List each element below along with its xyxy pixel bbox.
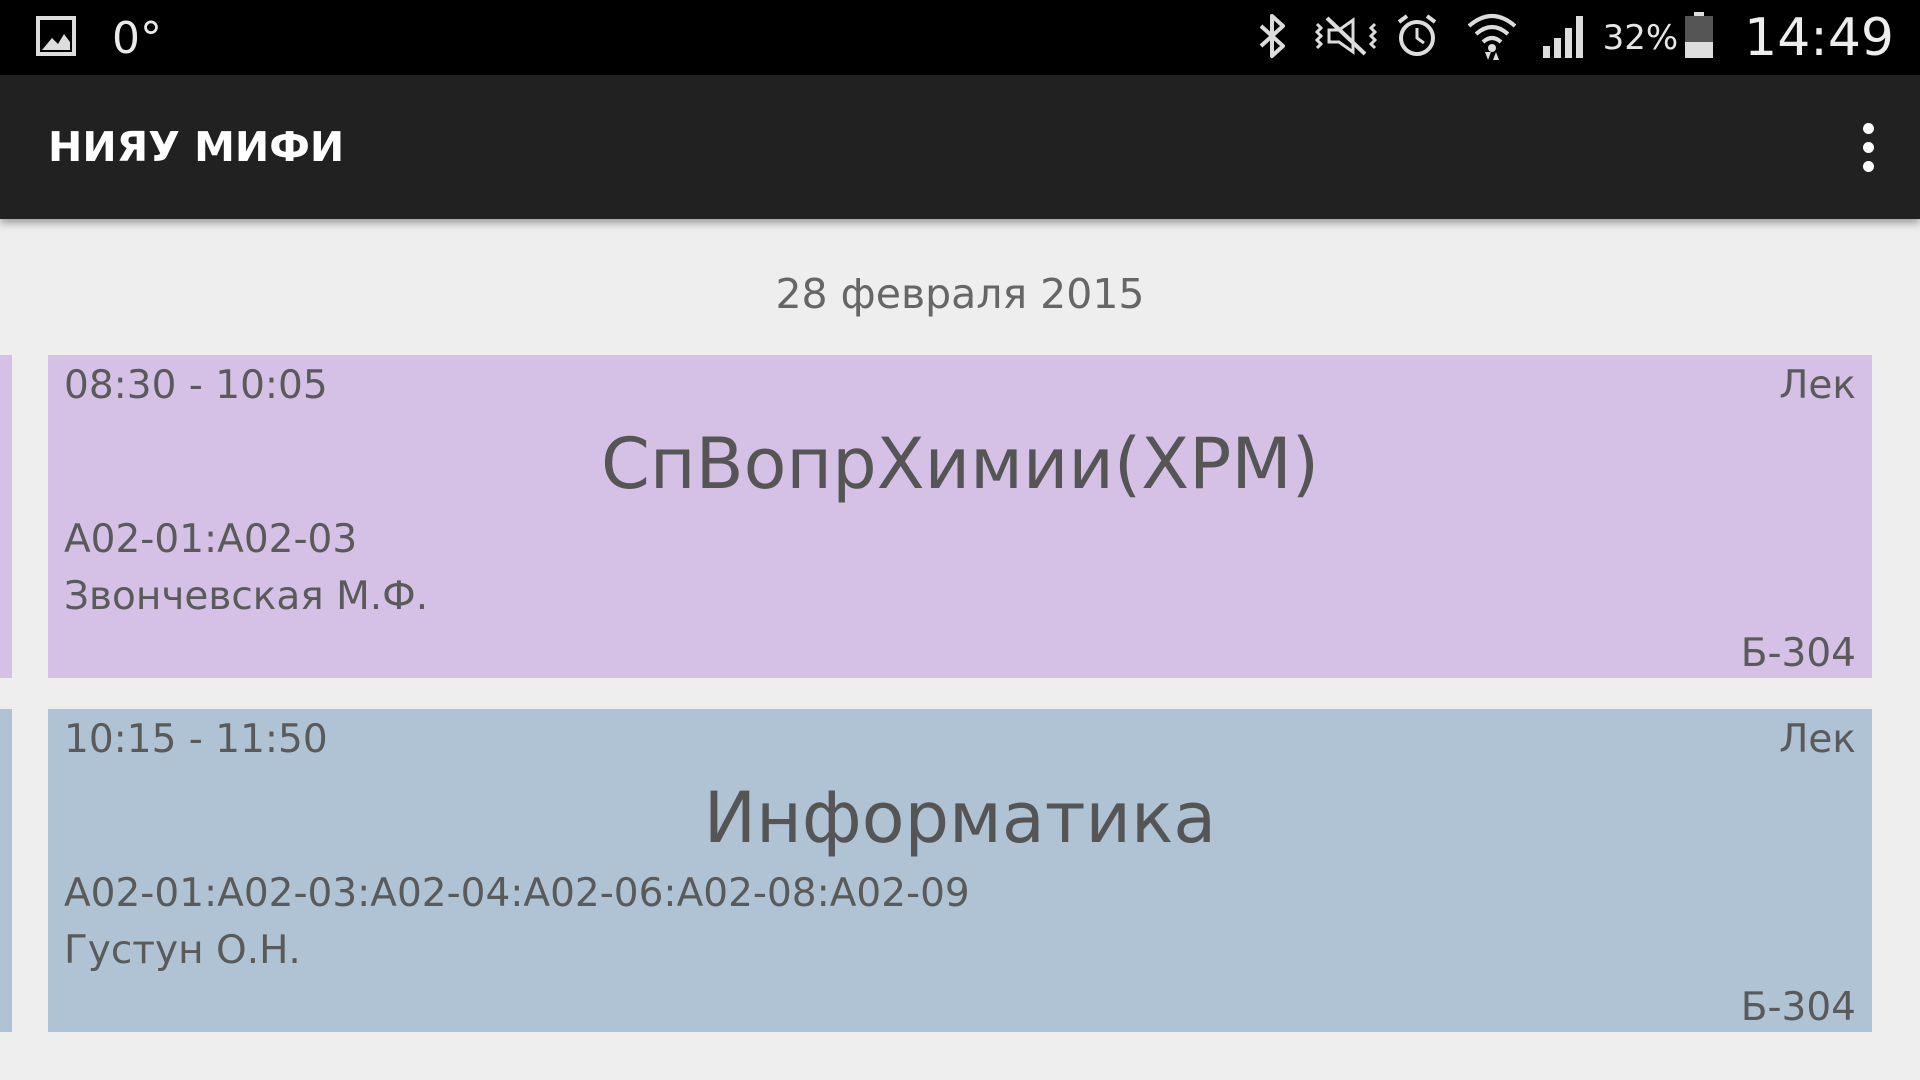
lesson-room: Б-304 <box>1740 985 1856 1030</box>
lesson-card[interactable]: 08:30 - 10:05 Лек СпВопрХимии(ХРМ) А02-0… <box>48 355 1872 678</box>
menu-dot <box>1862 160 1874 172</box>
temperature-label: 0° <box>112 12 162 64</box>
clock: 14:49 <box>1744 8 1894 68</box>
lesson-groups: А02-01:А02-03 <box>64 517 358 562</box>
schedule-date: 28 февраля 2015 <box>775 270 1145 318</box>
lesson-teacher: Звончевская М.Ф. <box>64 574 429 619</box>
lesson-type: Лек <box>1779 363 1856 408</box>
lesson-time: 10:15 - 11:50 <box>64 717 328 762</box>
menu-dot <box>1862 141 1874 153</box>
previous-page-edge[interactable] <box>0 355 12 678</box>
wifi-icon <box>1465 10 1519 67</box>
previous-page-edge[interactable] <box>0 709 12 1032</box>
signal-icon <box>1541 12 1589 65</box>
action-bar: НИЯУ МИФИ <box>0 75 1920 219</box>
bluetooth-icon <box>1253 12 1293 65</box>
lesson-room: Б-304 <box>1740 631 1856 676</box>
battery-icon <box>1684 11 1714 65</box>
menu-dot <box>1862 122 1874 134</box>
app-title: НИЯУ МИФИ <box>48 123 345 171</box>
vibrate-icon <box>1313 12 1379 65</box>
lesson-type: Лек <box>1779 717 1856 762</box>
alarm-icon <box>1393 12 1441 65</box>
status-bar: 0° 32% 14:49 <box>0 0 1920 75</box>
lesson-teacher: Густун О.Н. <box>64 928 301 973</box>
lesson-subject: СпВопрХимии(ХРМ) <box>600 423 1320 505</box>
image-notification-icon <box>36 15 76 61</box>
more-vert-icon[interactable] <box>1840 119 1896 175</box>
lesson-card[interactable]: 10:15 - 11:50 Лек Информатика А02-01:А02… <box>48 709 1872 1032</box>
battery-percent: 32% <box>1602 18 1679 58</box>
status-bar-right: 32% 14:49 <box>1253 8 1894 68</box>
lesson-time: 08:30 - 10:05 <box>64 363 328 408</box>
lesson-groups: А02-01:А02-03:А02-04:А02-06:А02-08:А02-0… <box>64 871 970 916</box>
lesson-subject: Информатика <box>703 777 1217 859</box>
status-bar-left: 0° <box>36 12 162 64</box>
